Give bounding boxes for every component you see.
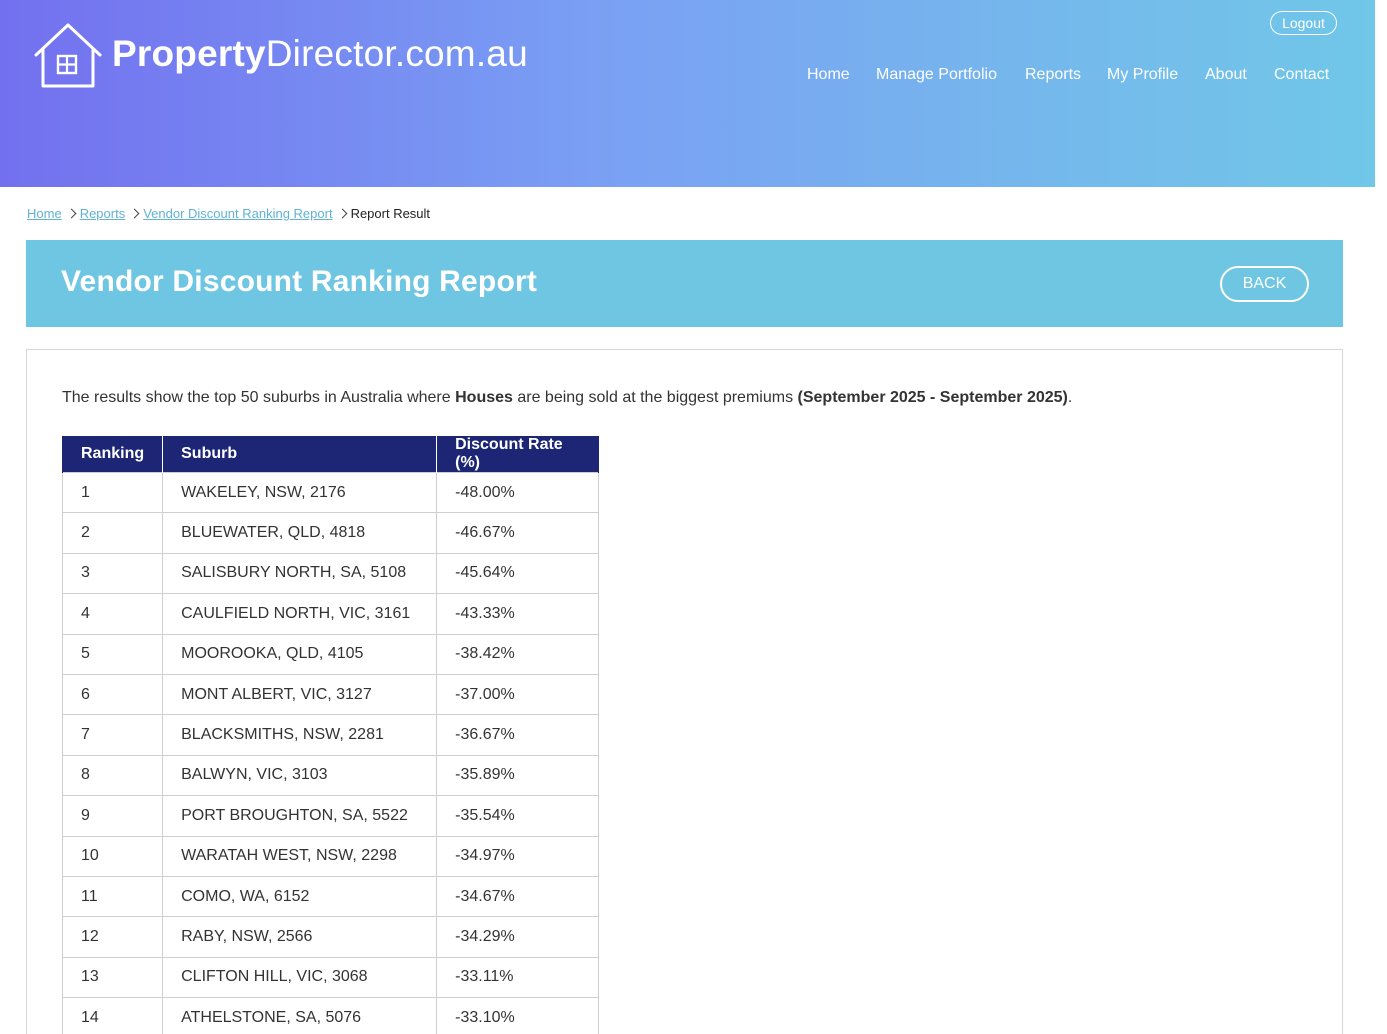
cell-discount-rate: -46.67% [436,512,600,554]
cell-suburb: MONT ALBERT, VIC, 3127 [162,673,438,716]
house-logo-icon [34,23,102,88]
logo-text: PropertyDirector.com.au [112,33,528,75]
intro-prefix: The results show the top 50 suburbs in A… [62,389,456,406]
cell-ranking: 6 [61,673,164,716]
cell-ranking: 10 [61,835,164,877]
table-body: 1 WAKELEY, NSW, 2176 -48.00% 2 BLUEWATER… [61,471,600,1034]
chevron-right-icon [68,209,74,219]
table-row: 6 MONT ALBERT, VIC, 3127 -37.00% [61,673,600,716]
cell-ranking: 14 [61,997,164,1034]
table-header-row: Ranking Suburb Discount Rate (%) [61,436,600,473]
intro-property-type: Houses [455,389,513,406]
breadcrumb-home[interactable]: Home [27,206,62,221]
cell-suburb: PORT BROUGHTON, SA, 5522 [162,795,438,837]
cell-ranking: 12 [61,916,164,958]
cell-suburb: CLIFTON HILL, VIC, 3068 [162,956,438,999]
table-row: 11 COMO, WA, 6152 -34.67% [61,875,600,918]
cell-suburb: WAKELEY, NSW, 2176 [162,471,438,514]
nav-reports[interactable]: Reports [1025,66,1081,84]
nav-manage-portfolio[interactable]: Manage Portfolio [876,66,997,84]
cell-discount-rate: -33.10% [436,997,600,1034]
cell-ranking: 3 [61,552,164,595]
cell-discount-rate: -35.89% [436,754,600,797]
table-row: 9 PORT BROUGHTON, SA, 5522 -35.54% [61,795,600,837]
cell-ranking: 13 [61,956,164,999]
site-header: PropertyDirector.com.au Logout Home Mana… [0,0,1375,187]
breadcrumb-vendor-discount-report[interactable]: Vendor Discount Ranking Report [143,206,332,221]
cell-suburb: BLUEWATER, QLD, 4818 [162,512,438,554]
cell-discount-rate: -35.54% [436,795,600,837]
page-edge [1375,0,1387,1034]
back-button[interactable]: BACK [1220,266,1309,302]
table-row: 2 BLUEWATER, QLD, 4818 -46.67% [61,512,600,554]
cell-discount-rate: -34.29% [436,916,600,958]
cell-discount-rate: -43.33% [436,593,600,635]
logo-text-bold: Property [112,33,266,74]
table-row: 10 WARATAH WEST, NSW, 2298 -34.97% [61,835,600,877]
chevron-right-icon [339,209,345,219]
cell-discount-rate: -33.11% [436,956,600,999]
cell-ranking: 11 [61,875,164,918]
page-title: Vendor Discount Ranking Report [61,265,538,298]
cell-discount-rate: -38.42% [436,633,600,675]
cell-discount-rate: -34.67% [436,875,600,918]
title-banner: Vendor Discount Ranking Report BACK [26,240,1343,327]
breadcrumb-current: Report Result [350,206,431,221]
cell-ranking: 5 [61,633,164,675]
chevron-right-icon [131,209,137,219]
site-logo[interactable]: PropertyDirector.com.au [32,22,528,90]
nav-contact[interactable]: Contact [1274,66,1329,84]
table-row: 4 CAULFIELD NORTH, VIC, 3161 -43.33% [61,593,600,635]
cell-discount-rate: -36.67% [436,714,600,756]
table-row: 13 CLIFTON HILL, VIC, 3068 -33.11% [61,956,600,999]
table-row: 1 WAKELEY, NSW, 2176 -48.00% [61,471,600,514]
report-panel: The results show the top 50 suburbs in A… [26,349,1343,1034]
cell-ranking: 4 [61,593,164,635]
logo-text-rest: Director.com.au [265,33,528,74]
cell-discount-rate: -34.97% [436,835,600,877]
cell-suburb: COMO, WA, 6152 [162,875,438,918]
cell-suburb: BLACKSMITHS, NSW, 2281 [162,714,438,756]
intro-suffix: . [1067,389,1073,406]
header-ranking: Ranking [61,436,164,473]
cell-suburb: CAULFIELD NORTH, VIC, 3161 [162,593,438,635]
nav-home[interactable]: Home [807,66,850,84]
cell-ranking: 1 [61,471,164,514]
cell-suburb: ATHELSTONE, SA, 5076 [162,997,438,1034]
cell-suburb: SALISBURY NORTH, SA, 5108 [162,552,438,595]
header-discount-rate: Discount Rate (%) [436,436,600,473]
intro-period: (September 2025 - September 2025) [797,389,1068,406]
intro-middle: are being sold at the biggest premiums [512,389,798,406]
cell-suburb: BALWYN, VIC, 3103 [162,754,438,797]
table-row: 5 MOOROOKA, QLD, 4105 -38.42% [61,633,600,675]
table-row: 8 BALWYN, VIC, 3103 -35.89% [61,754,600,797]
ranking-table: Ranking Suburb Discount Rate (%) 1 WAKEL… [61,436,600,1034]
logout-button[interactable]: Logout [1270,11,1337,35]
table-row: 12 RABY, NSW, 2566 -34.29% [61,916,600,958]
cell-suburb: MOOROOKA, QLD, 4105 [162,633,438,675]
cell-discount-rate: -37.00% [436,673,600,716]
cell-discount-rate: -45.64% [436,552,600,595]
cell-discount-rate: -48.00% [436,471,600,514]
breadcrumb: Home Reports Vendor Discount Ranking Rep… [27,206,430,221]
cell-ranking: 9 [61,795,164,837]
cell-ranking: 8 [61,754,164,797]
cell-ranking: 2 [61,512,164,554]
table-row: 14 ATHELSTONE, SA, 5076 -33.10% [61,997,600,1034]
breadcrumb-reports[interactable]: Reports [80,206,126,221]
header-suburb: Suburb [162,436,438,473]
nav-about[interactable]: About [1205,66,1247,84]
table-row: 3 SALISBURY NORTH, SA, 5108 -45.64% [61,552,600,595]
table-row: 7 BLACKSMITHS, NSW, 2281 -36.67% [61,714,600,756]
nav-my-profile[interactable]: My Profile [1107,66,1178,84]
report-description: The results show the top 50 suburbs in A… [62,389,1072,407]
cell-suburb: WARATAH WEST, NSW, 2298 [162,835,438,877]
cell-ranking: 7 [61,714,164,756]
cell-suburb: RABY, NSW, 2566 [162,916,438,958]
